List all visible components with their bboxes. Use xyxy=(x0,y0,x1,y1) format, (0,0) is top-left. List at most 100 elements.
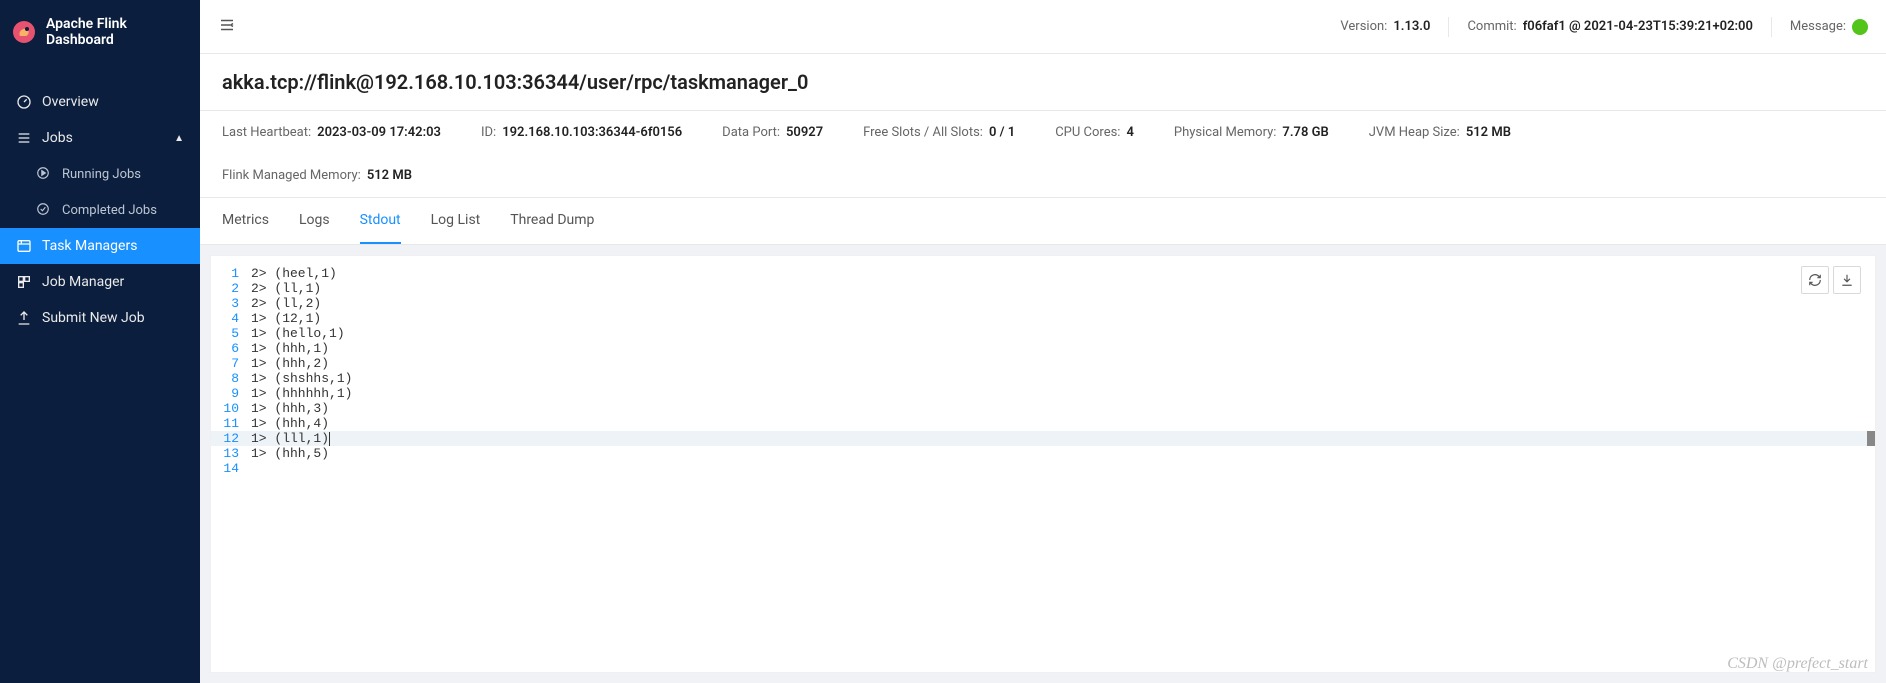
code-line: 12> (heel,1) xyxy=(211,266,1875,281)
build-icon xyxy=(16,274,32,290)
code-line: 131> (hhh,5) xyxy=(211,446,1875,461)
upload-icon xyxy=(16,310,32,326)
sidebar: Apache Flink Dashboard Overview Jobs ▲ xyxy=(0,0,200,683)
line-number: 3 xyxy=(211,296,251,311)
commit-label: Commit: xyxy=(1467,19,1516,34)
download-button[interactable] xyxy=(1833,266,1861,294)
refresh-icon xyxy=(1808,273,1822,287)
code-line: 111> (hhh,4) xyxy=(211,416,1875,431)
version-meta: Version: 1.13.0 xyxy=(1340,19,1430,34)
stat-cpu: CPU Cores: 4 xyxy=(1055,125,1134,140)
nav-label: Task Managers xyxy=(42,238,137,254)
line-number: 2 xyxy=(211,281,251,296)
nav-label: Overview xyxy=(42,94,99,110)
code-line: 61> (hhh,1) xyxy=(211,341,1875,356)
stat-id: ID: 192.168.10.103:36344-6f0156 xyxy=(481,125,682,140)
line-number: 13 xyxy=(211,446,251,461)
nav-label: Running Jobs xyxy=(62,167,141,182)
nav-label: Jobs xyxy=(42,130,73,146)
line-text: 1> (hhh,1) xyxy=(251,341,329,356)
code-line: 51> (hello,1) xyxy=(211,326,1875,341)
menu-fold-icon[interactable] xyxy=(218,16,236,38)
sidebar-nav: Overview Jobs ▲ Running Jobs Completed xyxy=(0,64,200,336)
line-number: 14 xyxy=(211,461,251,476)
line-text: 1> (shshhs,1) xyxy=(251,371,352,386)
stat-slots: Free Slots / All Slots: 0 / 1 xyxy=(863,125,1015,140)
sidebar-item-task-managers[interactable]: Task Managers xyxy=(0,228,200,264)
stdout-actions xyxy=(1801,266,1861,294)
brand-title: Apache Flink Dashboard xyxy=(46,16,188,48)
line-text: 1> (lll,1) xyxy=(251,431,330,446)
status-dot-icon xyxy=(1852,19,1868,35)
sidebar-item-running-jobs[interactable]: Running Jobs xyxy=(0,156,200,192)
line-number: 8 xyxy=(211,371,251,386)
code-line: 71> (hhh,2) xyxy=(211,356,1875,371)
code-line: 91> (hhhhhh,1) xyxy=(211,386,1875,401)
line-number: 5 xyxy=(211,326,251,341)
line-text: 2> (heel,1) xyxy=(251,266,337,281)
tabs-bar: Metrics Logs Stdout Log List Thread Dump xyxy=(200,198,1886,245)
code-line: 32> (ll,2) xyxy=(211,296,1875,311)
line-number: 1 xyxy=(211,266,251,281)
sidebar-item-job-manager[interactable]: Job Manager xyxy=(0,264,200,300)
code-line: 22> (ll,1) xyxy=(211,281,1875,296)
page-title-bar: akka.tcp://flink@192.168.10.103:36344/us… xyxy=(200,54,1886,111)
commit-meta: Commit: f06faf1 @ 2021-04-23T15:39:21+02… xyxy=(1467,19,1752,34)
flink-logo-icon xyxy=(12,20,36,44)
line-text: 1> (hhhhhh,1) xyxy=(251,386,352,401)
line-number: 4 xyxy=(211,311,251,326)
list-icon xyxy=(16,130,32,146)
stdout-code: 12> (heel,1)22> (ll,1)32> (ll,2)41> (12,… xyxy=(211,256,1875,486)
line-text: 1> (12,1) xyxy=(251,311,321,326)
line-text: 2> (ll,2) xyxy=(251,296,321,311)
sidebar-item-completed-jobs[interactable]: Completed Jobs xyxy=(0,192,200,228)
code-line: 14 xyxy=(211,461,1875,476)
line-number: 11 xyxy=(211,416,251,431)
text-cursor xyxy=(329,432,330,446)
line-text: 2> (ll,1) xyxy=(251,281,321,296)
message-label: Message: xyxy=(1790,19,1846,34)
stdout-panel: 12> (heel,1)22> (ll,1)32> (ll,2)41> (12,… xyxy=(210,255,1876,673)
nav-label: Completed Jobs xyxy=(62,203,157,218)
line-text: 1> (hello,1) xyxy=(251,326,345,341)
line-number: 6 xyxy=(211,341,251,356)
code-line: 41> (12,1) xyxy=(211,311,1875,326)
nav-label: Submit New Job xyxy=(42,310,145,326)
download-icon xyxy=(1840,273,1854,287)
line-number: 10 xyxy=(211,401,251,416)
code-line: 121> (lll,1) xyxy=(211,431,1875,446)
tab-thread-dump[interactable]: Thread Dump xyxy=(510,198,594,244)
line-text: 1> (hhh,5) xyxy=(251,446,329,461)
stat-last-heartbeat: Last Heartbeat: 2023-03-09 17:42:03 xyxy=(222,125,441,140)
sidebar-header: Apache Flink Dashboard xyxy=(0,0,200,64)
stat-jvm-heap: JVM Heap Size: 512 MB xyxy=(1369,125,1511,140)
separator xyxy=(1448,17,1449,37)
sidebar-item-jobs[interactable]: Jobs ▲ xyxy=(0,120,200,156)
nav-label: Job Manager xyxy=(42,274,124,290)
version-label: Version: xyxy=(1340,19,1387,34)
line-number: 7 xyxy=(211,356,251,371)
line-number: 9 xyxy=(211,386,251,401)
line-text: 1> (hhh,2) xyxy=(251,356,329,371)
dashboard-icon xyxy=(16,94,32,110)
schedule-icon xyxy=(16,238,32,254)
refresh-button[interactable] xyxy=(1801,266,1829,294)
stat-phys-mem: Physical Memory: 7.78 GB xyxy=(1174,125,1329,140)
sidebar-item-overview[interactable]: Overview xyxy=(0,84,200,120)
stats-bar: Last Heartbeat: 2023-03-09 17:42:03 ID: … xyxy=(200,111,1886,198)
version-value: 1.13.0 xyxy=(1393,19,1430,34)
sidebar-item-submit-new-job[interactable]: Submit New Job xyxy=(0,300,200,336)
commit-value: f06faf1 @ 2021-04-23T15:39:21+02:00 xyxy=(1523,19,1753,34)
line-number: 12 xyxy=(211,431,251,446)
topbar: Version: 1.13.0 Commit: f06faf1 @ 2021-0… xyxy=(200,0,1886,54)
tab-metrics[interactable]: Metrics xyxy=(222,198,269,244)
tab-stdout[interactable]: Stdout xyxy=(360,198,401,244)
line-text: 1> (hhh,3) xyxy=(251,401,329,416)
tab-logs[interactable]: Logs xyxy=(299,198,330,244)
tab-log-list[interactable]: Log List xyxy=(431,198,481,244)
main-content: Version: 1.13.0 Commit: f06faf1 @ 2021-0… xyxy=(200,0,1886,683)
page-title: akka.tcp://flink@192.168.10.103:36344/us… xyxy=(222,70,1864,94)
stat-managed-mem: Flink Managed Memory: 512 MB xyxy=(222,168,1864,183)
play-circle-icon xyxy=(36,166,52,182)
check-circle-icon xyxy=(36,202,52,218)
